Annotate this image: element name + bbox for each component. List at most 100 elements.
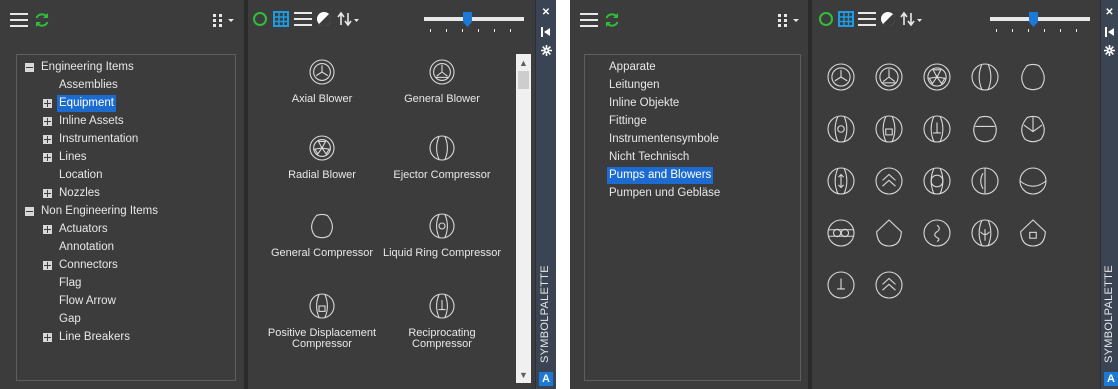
ring-compressor-icon[interactable] <box>922 166 952 199</box>
properties-gear-icon[interactable] <box>1101 44 1118 56</box>
tree-item[interactable]: Location <box>17 167 235 184</box>
collapse-minus-icon[interactable] <box>25 207 34 216</box>
tree-item[interactable]: Inline Assets <box>17 113 235 130</box>
refresh-icon[interactable] <box>603 11 621 29</box>
category-list-item[interactable]: Leitungen <box>607 77 662 94</box>
symbol-tile[interactable]: Liquid Ring Compressor <box>382 210 502 286</box>
size-slider[interactable] <box>424 10 524 34</box>
grid-view-icon[interactable] <box>837 11 855 27</box>
turbine-icon[interactable] <box>826 166 856 199</box>
list-view-icon[interactable] <box>294 12 312 26</box>
expand-plus-icon[interactable] <box>43 153 52 162</box>
list-view-icon[interactable] <box>858 12 876 26</box>
tree-item-label: Flow Arrow <box>59 295 116 307</box>
auto-hide-icon[interactable] <box>536 26 556 38</box>
liquid-ring-compressor-icon[interactable] <box>826 114 856 147</box>
size-slider[interactable] <box>990 10 1090 34</box>
centrifugal-compressor-icon[interactable] <box>874 166 904 199</box>
tree-item-label: Lines <box>59 151 87 163</box>
scroll-down-icon[interactable]: ▼ <box>516 366 531 383</box>
category-list-item[interactable]: Nicht Technisch <box>607 149 691 166</box>
scroll-up-icon[interactable]: ▲ <box>516 54 531 71</box>
tree-item[interactable]: Flag <box>17 275 235 292</box>
symbol-tile[interactable]: Radial Blower <box>262 132 382 208</box>
close-icon[interactable]: ✕ <box>1101 6 1118 18</box>
expand-plus-icon[interactable] <box>43 261 52 270</box>
auto-hide-icon[interactable] <box>1101 26 1118 38</box>
properties-gear-icon[interactable] <box>536 44 556 56</box>
tree-item[interactable]: Connectors <box>17 257 235 274</box>
symbol-tile[interactable]: Ejector Compressor <box>382 132 502 208</box>
category-list-item[interactable]: Fittinge <box>607 113 649 130</box>
half-circle-pump-icon[interactable] <box>1018 166 1048 199</box>
ejector-compressor-icon[interactable] <box>970 62 1000 95</box>
grid-options-icon[interactable] <box>777 12 801 28</box>
symbol-tile[interactable]: Reciprocating Compressor <box>382 290 502 366</box>
expand-plus-icon[interactable] <box>43 99 52 108</box>
contrast-icon[interactable] <box>880 11 896 27</box>
screw-pump-icon[interactable] <box>922 218 952 251</box>
expand-plus-icon[interactable] <box>43 333 52 342</box>
category-list-item[interactable]: Instrumentensymbole <box>607 131 721 148</box>
tree-item[interactable]: Nozzles <box>17 185 235 202</box>
expand-plus-icon[interactable] <box>43 135 52 144</box>
category-list-item[interactable]: Apparate <box>607 59 658 76</box>
gear-pump-icon[interactable] <box>970 218 1000 251</box>
expand-plus-icon[interactable] <box>43 189 52 198</box>
tree-item[interactable]: Line Breakers <box>17 329 235 346</box>
general-pump-icon[interactable] <box>874 218 904 251</box>
reciprocating-compressor-icon[interactable] <box>922 114 952 147</box>
general-blower-icon[interactable] <box>874 62 904 95</box>
rotary-compressor-icon[interactable] <box>970 114 1000 147</box>
category-pane: Apparate Leitungen Inline Objekte Fittinge I… <box>570 0 808 389</box>
axial-blower-icon[interactable] <box>826 62 856 95</box>
contrast-icon[interactable] <box>316 11 332 27</box>
tree-item[interactable]: Instrumentation <box>17 131 235 148</box>
vertical-pump-icon[interactable] <box>826 270 856 303</box>
close-icon[interactable]: ✕ <box>536 6 556 18</box>
general-compressor-icon[interactable] <box>1018 62 1048 95</box>
category-list-item[interactable]: Pumpen und Gebläse <box>607 185 722 202</box>
hamburger-menu-icon[interactable] <box>580 12 598 28</box>
tree-item[interactable]: Actuators <box>17 221 235 238</box>
radial-blower-icon[interactable] <box>922 62 952 95</box>
tree-item[interactable]: Flow Arrow <box>17 293 235 310</box>
diaphragm-pump-icon[interactable] <box>970 166 1000 199</box>
category-list-item[interactable]: Pumps and Blowers <box>607 167 714 184</box>
symbol-tile[interactable]: General Compressor <box>262 210 382 286</box>
screw-compressor-icon[interactable] <box>1018 114 1048 147</box>
tree-item[interactable]: Non Engineering Items <box>17 203 235 220</box>
grid-view-icon[interactable] <box>272 11 290 27</box>
tree-item[interactable]: Annotation <box>17 239 235 256</box>
collapse-minus-icon[interactable] <box>25 63 34 72</box>
symbol-tile[interactable]: Positive Displacement Compressor <box>262 290 382 366</box>
recent-circle-icon[interactable] <box>252 11 268 27</box>
autodesk-logo: A <box>1104 372 1118 386</box>
hamburger-menu-icon[interactable] <box>10 12 28 28</box>
chevron-pump-icon[interactable] <box>874 270 904 303</box>
tree-item[interactable]: Assemblies <box>17 77 235 94</box>
tree-item[interactable]: Lines <box>17 149 235 166</box>
tree-item[interactable]: Equipment <box>17 95 235 112</box>
recent-circle-icon[interactable] <box>818 11 834 27</box>
expand-plus-icon[interactable] <box>43 117 52 126</box>
symbol-tile[interactable]: General Blower <box>382 56 502 132</box>
sort-icon[interactable] <box>337 11 361 27</box>
tree-item-label: Assemblies <box>59 79 118 91</box>
grid-options-icon[interactable] <box>212 12 236 28</box>
expand-plus-icon[interactable] <box>43 225 52 234</box>
rotary-pump-icon[interactable] <box>1018 218 1048 251</box>
symbol-tile[interactable]: Axial Blower <box>262 56 382 132</box>
sort-icon[interactable] <box>900 11 924 27</box>
tree-item[interactable]: Gap <box>17 311 235 328</box>
vertical-scrollbar[interactable]: ▲ ▼ <box>516 54 531 383</box>
tree-item-label: Actuators <box>59 223 108 235</box>
liquid-ring-compressor-icon <box>428 212 456 243</box>
category-list-item[interactable]: Inline Objekte <box>607 95 681 112</box>
refresh-icon[interactable] <box>33 11 51 29</box>
positive-displacement-compressor-icon[interactable] <box>874 114 904 147</box>
scroll-thumb[interactable] <box>518 71 529 89</box>
tree-item[interactable]: Engineering Items <box>17 59 235 76</box>
palette-title-bar: ✕ SYMBOLPALETTE A <box>535 0 556 389</box>
double-ring-pump-icon[interactable] <box>826 218 856 251</box>
